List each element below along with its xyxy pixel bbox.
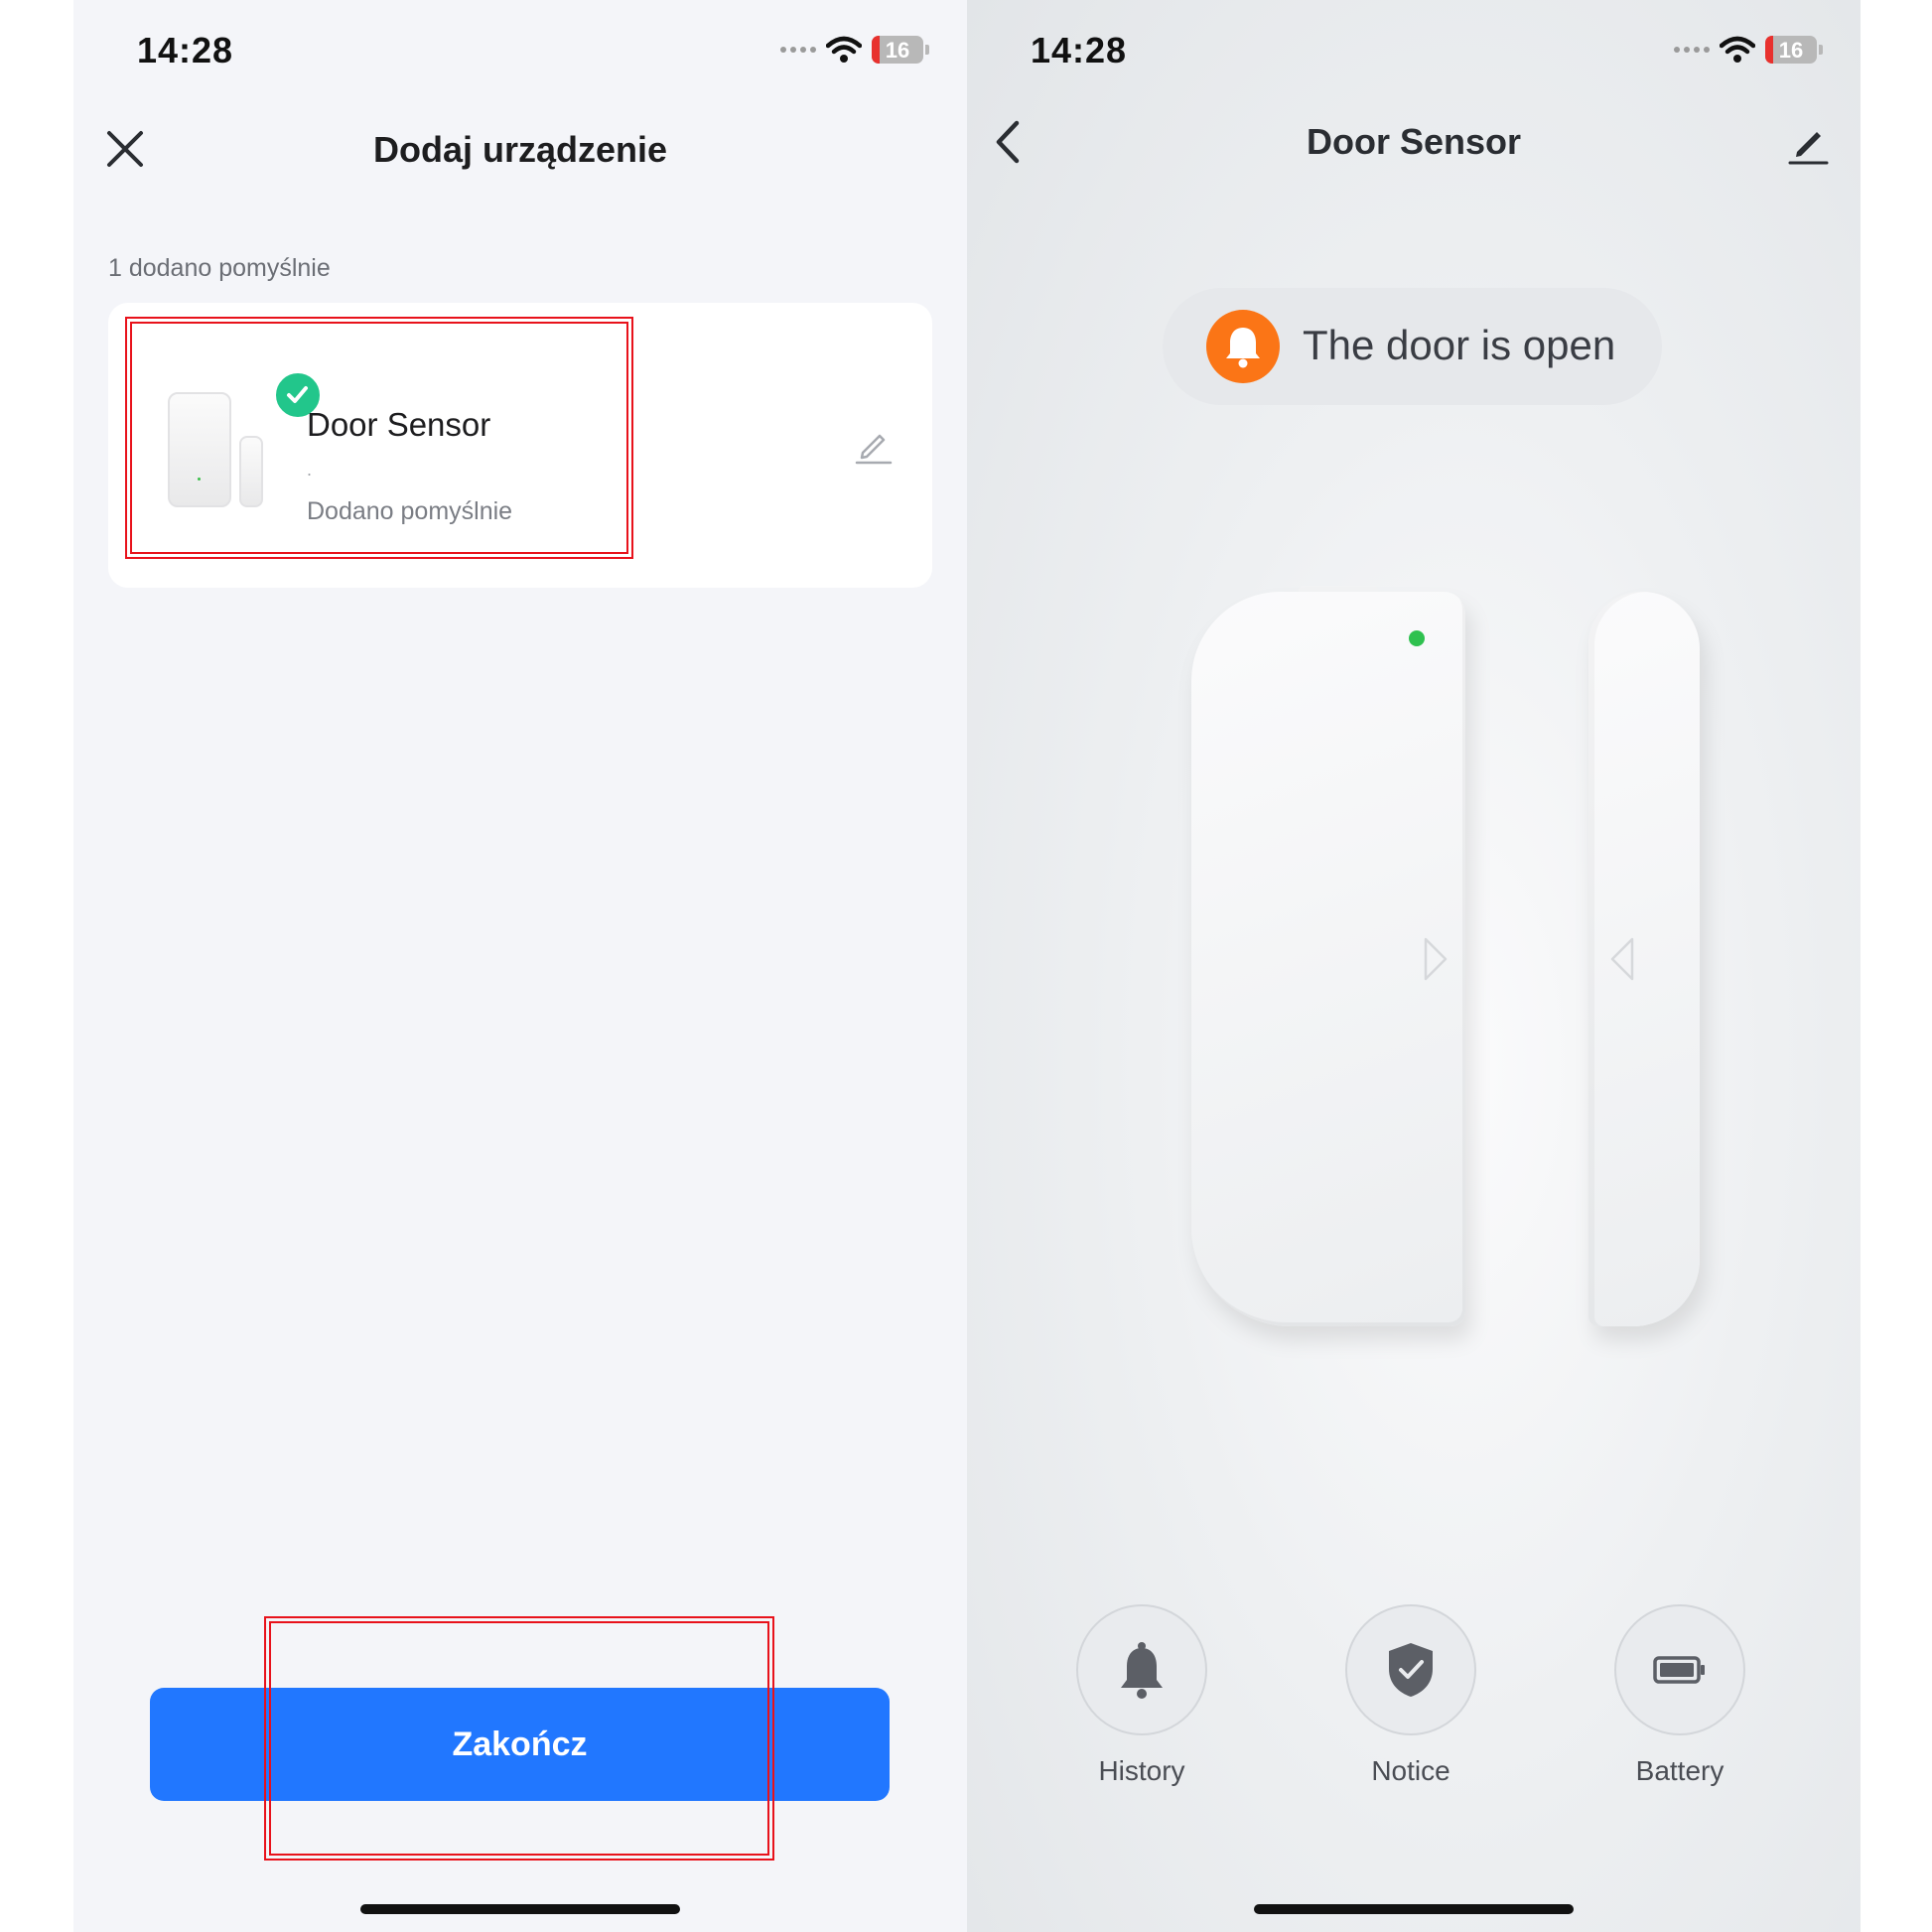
door-sensor-illustration [1191, 586, 1700, 1340]
arrow-left-icon [1610, 937, 1634, 981]
battery-action[interactable]: Battery [1612, 1604, 1747, 1787]
pencil-icon[interactable] [853, 426, 893, 466]
notice-action[interactable]: Notice [1343, 1604, 1478, 1787]
notice-label: Notice [1371, 1755, 1450, 1786]
wifi-icon [826, 36, 862, 63]
battery-label: Battery [1635, 1755, 1725, 1786]
history-action[interactable]: History [1074, 1604, 1209, 1787]
bell-icon [1206, 310, 1280, 383]
bell-icon[interactable] [1076, 1604, 1207, 1735]
page-title: Dodaj urządzenie [372, 129, 668, 170]
section-label: 1 dodano pomyślnie [108, 254, 331, 282]
status-time: 14:28 [137, 30, 234, 70]
device-title: Door Sensor [1306, 121, 1522, 162]
battery-level: 16 [885, 38, 910, 63]
history-label: History [1098, 1755, 1185, 1786]
battery-status-icon: 16 [872, 36, 923, 64]
shield-check-icon[interactable] [1345, 1604, 1476, 1735]
signal-icon [780, 47, 816, 53]
status-led [1409, 630, 1425, 646]
battery-icon[interactable] [1614, 1604, 1745, 1735]
status-time: 14:28 [1031, 30, 1128, 70]
door-sensor-screen: 14:28 16 Door Sensor The door is open Hi… [967, 0, 1861, 1932]
highlight-box-device [125, 317, 633, 559]
sensor-magnet [1588, 592, 1700, 1326]
status-bar-icons: 16 [780, 36, 929, 64]
arrow-right-icon [1424, 937, 1448, 981]
highlight-box-finish [264, 1616, 774, 1861]
home-indicator [360, 1904, 680, 1914]
door-status-banner: The door is open [1163, 288, 1662, 405]
battery-level: 16 [1778, 38, 1804, 63]
wifi-icon [1720, 36, 1755, 63]
pencil-icon[interactable] [1787, 121, 1831, 165]
status-bar-icons: 16 [1674, 36, 1823, 64]
signal-icon [1674, 47, 1710, 53]
home-indicator [1254, 1904, 1574, 1914]
door-status-text: The door is open [1303, 322, 1616, 368]
battery-status-icon: 16 [1765, 36, 1817, 64]
